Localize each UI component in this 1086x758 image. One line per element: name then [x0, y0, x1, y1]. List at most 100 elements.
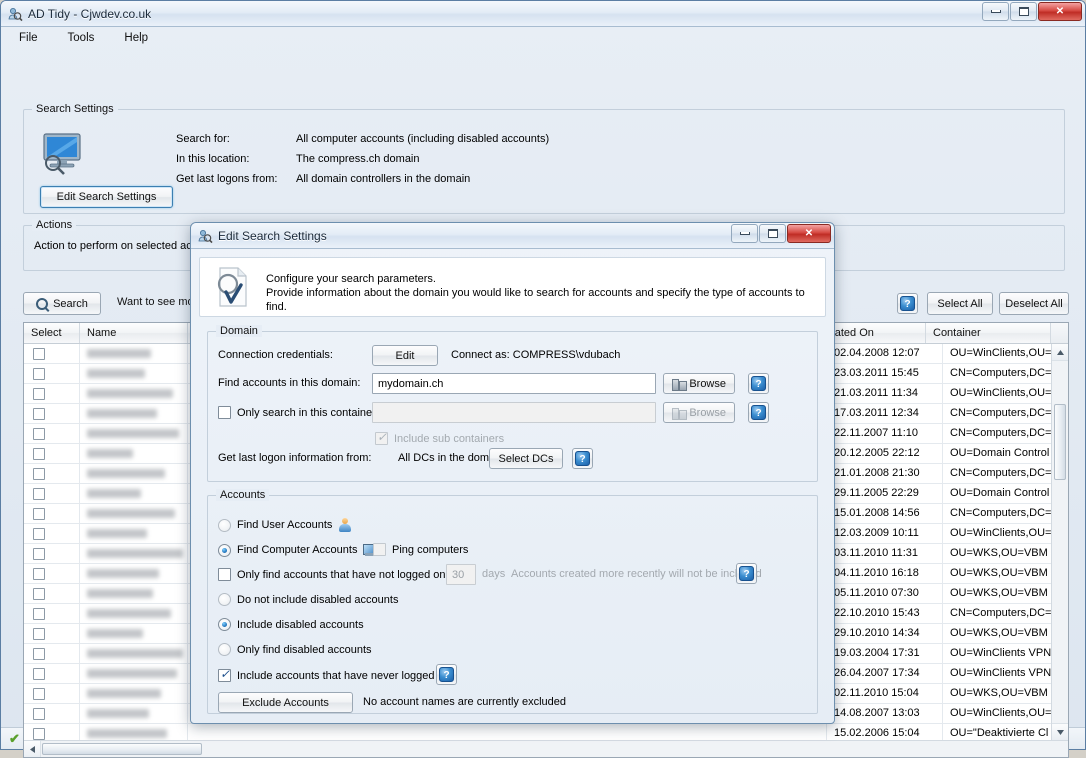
row-select-checkbox[interactable]: [33, 647, 45, 660]
row-select-checkbox[interactable]: [33, 527, 45, 540]
edit-search-settings-button[interactable]: Edit Search Settings: [40, 186, 173, 208]
grid-help-button[interactable]: ?: [897, 293, 918, 314]
row-select-checkbox[interactable]: [33, 607, 45, 620]
container-input[interactable]: [372, 402, 656, 423]
row-select-cell[interactable]: [24, 484, 80, 503]
menu-item-help[interactable]: Help: [120, 30, 152, 46]
browse-domain-button[interactable]: Browse: [663, 373, 735, 394]
row-select-cell[interactable]: [24, 444, 80, 463]
row-select-cell[interactable]: [24, 564, 80, 583]
row-select-checkbox[interactable]: [33, 407, 45, 420]
include-disabled-radio[interactable]: [218, 618, 231, 631]
include-sub-containers-row[interactable]: Include sub containers: [375, 430, 504, 445]
never-logged-on-checkbox[interactable]: [218, 667, 231, 682]
grid-vertical-scrollbar[interactable]: [1051, 344, 1068, 740]
maximize-icon: [1018, 7, 1029, 16]
only-disabled-row[interactable]: Only find disabled accounts: [218, 643, 372, 656]
browse-container-button[interactable]: Browse: [663, 402, 735, 423]
only-search-container-row[interactable]: Only search in this container:: [218, 406, 379, 419]
grid-horizontal-scrollbar[interactable]: [24, 740, 1068, 757]
only-search-container-checkbox[interactable]: [218, 406, 231, 419]
do-not-include-disabled-row[interactable]: Do not include disabled accounts: [218, 593, 398, 606]
select-dcs-help-button[interactable]: ?: [572, 448, 593, 469]
connection-credentials-label: Connection credentials:: [218, 349, 333, 361]
vertical-scroll-thumb[interactable]: [1054, 404, 1066, 480]
exclude-accounts-button[interactable]: Exclude Accounts: [218, 692, 353, 713]
container-help-button[interactable]: ?: [748, 402, 769, 423]
dialog-maximize-button[interactable]: [759, 224, 786, 243]
do-not-include-disabled-radio[interactable]: [218, 593, 231, 606]
edit-credentials-button[interactable]: Edit: [372, 345, 438, 366]
scroll-down-icon[interactable]: [1052, 723, 1068, 740]
include-sub-containers-checkbox[interactable]: [375, 430, 388, 445]
row-select-cell[interactable]: [24, 424, 80, 443]
row-select-checkbox[interactable]: [33, 707, 45, 720]
find-user-accounts-row[interactable]: Find User Accounts: [218, 518, 352, 532]
search-button[interactable]: Search: [23, 292, 101, 315]
horizontal-scroll-thumb[interactable]: [42, 743, 202, 755]
row-select-cell[interactable]: [24, 664, 80, 683]
row-select-cell[interactable]: [24, 384, 80, 403]
row-select-checkbox[interactable]: [33, 387, 45, 400]
row-select-checkbox[interactable]: [33, 487, 45, 500]
ping-computers-row[interactable]: Ping computers: [373, 543, 468, 556]
row-select-cell[interactable]: [24, 604, 80, 623]
row-select-checkbox[interactable]: [33, 467, 45, 480]
column-header-container[interactable]: Container: [926, 323, 1051, 343]
row-select-cell[interactable]: [24, 464, 80, 483]
search-settings-group: Search Settings Search for: All computer…: [23, 103, 1065, 214]
days-input-value: 30: [452, 568, 465, 581]
row-select-cell[interactable]: [24, 624, 80, 643]
row-select-checkbox[interactable]: [33, 627, 45, 640]
row-select-cell[interactable]: [24, 344, 80, 363]
row-select-cell[interactable]: [24, 524, 80, 543]
row-select-checkbox[interactable]: [33, 547, 45, 560]
not-logged-on-checkbox[interactable]: [218, 568, 231, 581]
never-logged-on-row[interactable]: Include accounts that have never logged …: [218, 667, 450, 682]
close-button[interactable]: ✕: [1038, 2, 1082, 21]
row-select-cell[interactable]: [24, 364, 80, 383]
minimize-button[interactable]: [982, 2, 1009, 21]
row-select-cell[interactable]: [24, 704, 80, 723]
row-select-checkbox[interactable]: [33, 567, 45, 580]
row-select-cell[interactable]: [24, 644, 80, 663]
deselect-all-button[interactable]: Deselect All: [999, 292, 1069, 315]
row-select-checkbox[interactable]: [33, 367, 45, 380]
find-computer-accounts-radio[interactable]: [218, 543, 231, 557]
dialog-minimize-button[interactable]: [731, 224, 758, 243]
row-select-checkbox[interactable]: [33, 447, 45, 460]
find-user-accounts-radio[interactable]: [218, 518, 231, 532]
row-select-checkbox[interactable]: [33, 587, 45, 600]
include-disabled-row[interactable]: Include disabled accounts: [218, 618, 364, 631]
domain-input[interactable]: mydomain.ch: [372, 373, 656, 394]
row-select-cell[interactable]: [24, 544, 80, 563]
select-dcs-button[interactable]: Select DCs: [489, 448, 563, 469]
row-select-checkbox[interactable]: [33, 347, 45, 360]
find-computer-accounts-row[interactable]: Find Computer Accounts: [218, 543, 378, 557]
row-select-checkbox[interactable]: [33, 667, 45, 680]
not-logged-on-help-button[interactable]: ?: [736, 563, 757, 584]
row-select-checkbox[interactable]: [33, 507, 45, 520]
row-select-cell[interactable]: [24, 404, 80, 423]
row-select-checkbox[interactable]: [33, 687, 45, 700]
ping-computers-checkbox[interactable]: [373, 543, 386, 556]
only-disabled-radio[interactable]: [218, 643, 231, 656]
select-all-button[interactable]: Select All: [927, 292, 993, 315]
column-header-name[interactable]: Name: [80, 323, 188, 343]
dialog-close-button[interactable]: ✕: [787, 224, 831, 243]
row-select-checkbox[interactable]: [33, 427, 45, 440]
row-select-cell[interactable]: [24, 684, 80, 703]
row-select-checkbox[interactable]: [33, 727, 45, 740]
column-header-select[interactable]: Select: [24, 323, 80, 343]
row-name-cell: [80, 404, 188, 423]
menu-item-file[interactable]: File: [15, 30, 42, 46]
not-logged-on-row[interactable]: Only find accounts that have not logged …: [218, 568, 464, 581]
menu-item-tools[interactable]: Tools: [64, 30, 99, 46]
maximize-button[interactable]: [1010, 2, 1037, 21]
never-logged-on-help-button[interactable]: ?: [436, 664, 457, 685]
row-select-cell[interactable]: [24, 504, 80, 523]
domain-help-button[interactable]: ?: [748, 373, 769, 394]
days-input[interactable]: 30: [446, 564, 476, 585]
scroll-up-icon[interactable]: [1052, 344, 1068, 361]
row-select-cell[interactable]: [24, 584, 80, 603]
